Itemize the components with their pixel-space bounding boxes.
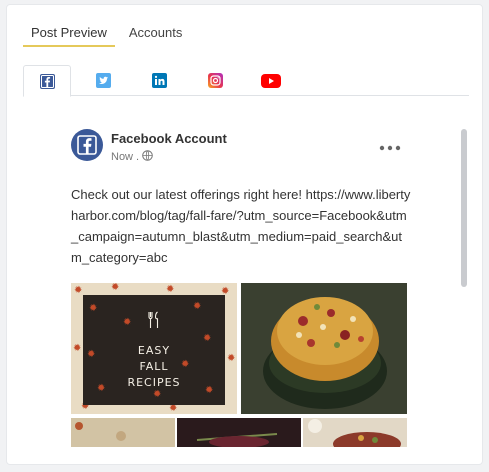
post-preview-card: Facebook Account Now . Check out our lat… [69,127,411,447]
easy-fall-recipes-image[interactable]: ✹ ✹ ✹ ✹ ✹ ✹ ✹ ✹ ✹ ✹ ✹ ✹ ✹ ✹ ✹ ✹ ✹ EASY F… [71,283,237,414]
tab-facebook[interactable] [23,65,71,97]
facebook-icon [39,73,55,89]
post-meta: Now . [111,150,153,164]
preview-scrollbar[interactable] [461,129,467,287]
post-text: Check out our latest offerings right her… [71,187,411,265]
facebook-avatar-icon [71,129,103,161]
top-tabs: Post Preview Accounts [23,19,190,47]
chalkboard: ✹ ✹ ✹ ✹ ✹ ✹ ✹ ✹ ✹ EASY FALL RECIPES [83,295,225,405]
preview-panel: Post Preview Accounts Facebook Account N… [6,4,483,465]
tab-instagram[interactable] [191,65,239,96]
twitter-icon [95,73,111,88]
social-network-tabs [23,65,469,97]
more-options-icon[interactable] [379,139,401,154]
tab-youtube[interactable] [247,65,295,96]
fork-knife-icon [147,311,161,334]
recipe-image-3[interactable] [71,418,175,447]
linkedin-icon [151,73,167,88]
recipe-image-4[interactable] [177,418,301,447]
stuffed-squash-image[interactable] [241,283,407,414]
tab-linkedin[interactable] [135,65,183,96]
image-title: EASY FALL RECIPES [127,344,181,389]
globe-icon [142,150,153,164]
post-time: Now . [111,151,140,163]
tab-post-preview[interactable]: Post Preview [23,19,115,47]
youtube-icon [261,73,281,88]
recipe-image-5[interactable] [303,418,407,447]
instagram-icon [207,73,223,88]
tab-twitter[interactable] [79,65,127,96]
post-image-gallery: ✹ ✹ ✹ ✹ ✹ ✹ ✹ ✹ ✹ ✹ ✹ ✹ ✹ ✹ ✹ ✹ ✹ EASY F… [71,283,407,447]
tab-accounts[interactable]: Accounts [121,19,190,47]
account-name: Facebook Account [111,131,227,146]
